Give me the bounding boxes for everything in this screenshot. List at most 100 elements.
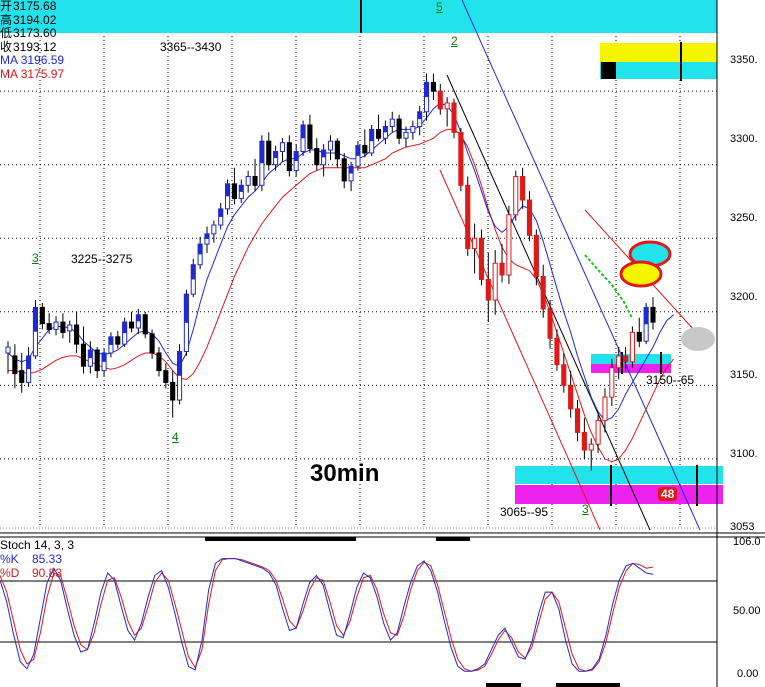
annotation-range-mid: 3150--65 xyxy=(646,373,695,387)
candle xyxy=(472,223,478,274)
stoch-title: Stoch xyxy=(0,538,31,552)
candle xyxy=(74,311,80,353)
candle xyxy=(149,329,155,359)
price-tick-3200: 3200. xyxy=(730,291,758,303)
candle-body xyxy=(478,237,485,280)
candle-body xyxy=(609,367,615,398)
axes xyxy=(0,0,765,687)
candle xyxy=(643,302,649,345)
high-value: 3194.02 xyxy=(13,12,57,27)
candle xyxy=(492,250,498,315)
candle-body xyxy=(211,224,217,235)
candle xyxy=(327,135,334,161)
close-value: 3193.12 xyxy=(13,39,57,54)
timeframe-label: 30min xyxy=(310,460,380,487)
count-badge: 48 xyxy=(658,487,678,501)
candle-body xyxy=(5,346,11,354)
zone-mid-magenta xyxy=(591,364,671,373)
open-value: 3175.68 xyxy=(13,0,57,13)
trend-line-black xyxy=(446,74,651,531)
candle-body xyxy=(616,355,622,369)
wave-label-3-right: 3 xyxy=(582,502,589,516)
candle-body xyxy=(636,331,642,342)
candle-body xyxy=(513,175,519,216)
candle-body xyxy=(252,175,258,186)
candle xyxy=(80,326,87,374)
candle-body xyxy=(396,118,402,139)
candle xyxy=(369,125,375,156)
candle-body xyxy=(67,324,73,332)
candle xyxy=(375,114,382,142)
candle xyxy=(595,414,601,453)
candle-body xyxy=(53,321,59,330)
candle-body-fill xyxy=(136,314,141,322)
candle-body-fill xyxy=(33,307,38,332)
candle xyxy=(526,191,533,242)
candle-body xyxy=(60,321,66,333)
zone-bottom-magenta xyxy=(515,485,723,504)
candle-body xyxy=(430,81,436,92)
candle xyxy=(520,167,526,209)
candle xyxy=(540,264,546,318)
candle-body xyxy=(595,420,601,445)
candle-body-fill xyxy=(369,129,374,142)
candle xyxy=(238,179,244,203)
candle xyxy=(389,111,395,133)
stoch-d-label: %D xyxy=(0,566,20,580)
candle xyxy=(19,352,25,393)
candle-body-fill xyxy=(177,351,182,376)
candle xyxy=(348,161,354,192)
candle-body xyxy=(149,333,155,354)
candle-body xyxy=(12,355,18,375)
stoch-band-top-2 xyxy=(436,537,470,541)
candle xyxy=(334,138,340,168)
candle xyxy=(190,258,196,298)
candle-body-fill xyxy=(184,294,189,323)
candle xyxy=(321,144,327,177)
candle-body xyxy=(451,102,457,133)
candle-body xyxy=(115,336,121,345)
candle xyxy=(293,144,299,177)
candle-body xyxy=(492,262,498,301)
candle xyxy=(362,129,368,158)
candle xyxy=(382,120,388,145)
candle-body xyxy=(650,306,656,323)
candle-body xyxy=(156,352,162,372)
candle-body xyxy=(533,234,539,278)
candle xyxy=(286,135,292,177)
price-tick-3250: 3250. xyxy=(730,212,758,224)
candle xyxy=(417,105,423,136)
candle-body xyxy=(266,140,272,166)
annotation-range-left: 3225--3275 xyxy=(71,252,133,266)
candle-body-fill xyxy=(122,322,127,334)
candle-body xyxy=(94,349,100,372)
candle xyxy=(355,141,361,171)
candle-body xyxy=(286,142,292,172)
candle xyxy=(60,313,66,339)
candle-body xyxy=(629,331,635,363)
zone-upper-right-cyan xyxy=(600,62,717,79)
candle xyxy=(176,344,183,405)
candle-body xyxy=(561,364,567,386)
candle-body-fill xyxy=(102,352,107,362)
candle-body xyxy=(574,408,581,433)
stoch-d-series xyxy=(0,558,654,672)
candle xyxy=(259,135,265,192)
candle-body xyxy=(46,323,52,330)
wave-label-4: 4 xyxy=(172,430,179,444)
candle-body xyxy=(458,131,464,186)
stoch-tick-0: 0.00 xyxy=(737,668,759,680)
candle xyxy=(314,138,320,171)
price-tick-3300: 3300. xyxy=(730,133,758,145)
forecast-marks xyxy=(619,240,715,351)
candle xyxy=(396,114,402,145)
candle xyxy=(252,158,258,192)
candle xyxy=(650,297,656,330)
candle-body-fill xyxy=(417,111,422,120)
candle-body xyxy=(437,90,443,110)
candle xyxy=(485,252,491,323)
candle-body-fill xyxy=(218,208,223,217)
candle xyxy=(588,438,594,471)
candle-body-fill xyxy=(424,82,429,98)
candle-body xyxy=(231,183,237,200)
